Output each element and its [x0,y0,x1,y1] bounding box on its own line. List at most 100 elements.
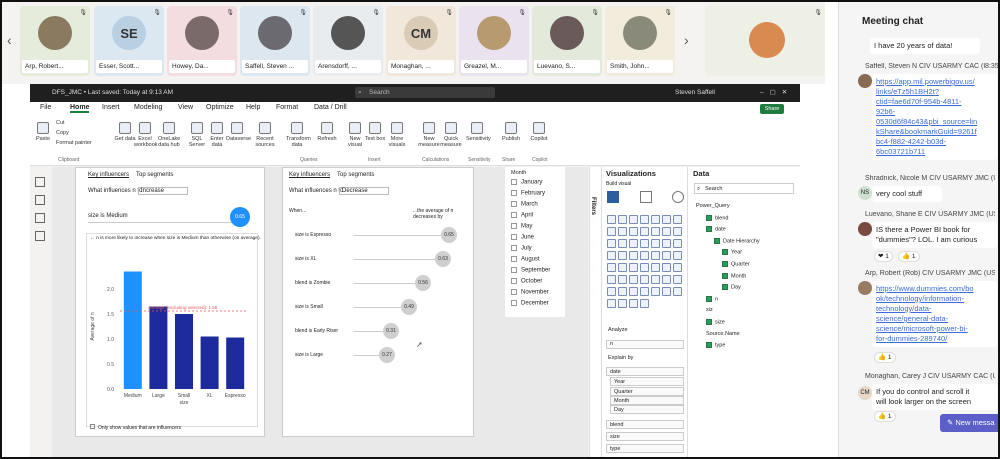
model-view-icon[interactable] [35,213,45,223]
data-search-input[interactable]: ⌕ Search [694,183,794,194]
copilot-button[interactable]: Copilot [528,122,550,142]
visual-type-icon[interactable] [651,287,660,296]
get-data-button[interactable]: Get data [114,122,136,142]
slicer-item-february[interactable]: February [511,190,545,197]
field-year[interactable]: Year [722,249,742,256]
copy-button[interactable]: Copy [56,130,69,136]
only-influencers-checkbox[interactable]: Only show values that are influencers [90,424,181,431]
visual-type-icon[interactable] [607,239,616,248]
visual-type-icon[interactable] [662,215,671,224]
publish-button[interactable]: Publish [500,122,522,142]
checkbox[interactable] [511,234,517,240]
visual-type-icon[interactable] [618,275,627,284]
analytics-icon[interactable] [672,191,684,203]
visual-type-icon[interactable] [651,239,660,248]
chat-link-message[interactable]: https://app.mil.powerbigov.us/links/eTz5… [872,74,997,160]
tab-top-segments[interactable]: Top segments [337,172,374,178]
participant-tile[interactable]: Smith, John... 🎙 [605,6,675,76]
checkbox[interactable] [511,256,517,262]
filters-pane-collapsed[interactable]: Filters [589,167,601,459]
slicer-item-november[interactable]: November [511,289,549,296]
visual-type-icon[interactable] [662,227,671,236]
explain-field-blend[interactable]: blend [606,420,684,429]
cut-button[interactable]: Cut [56,120,65,126]
visual-type-icon[interactable] [640,227,649,236]
share-button[interactable]: Share [760,104,784,114]
more-visuals-button[interactable]: More visuals [386,122,408,148]
visual-type-icon[interactable] [651,251,660,260]
menu-optimize[interactable]: Optimize [206,104,234,111]
menu-view[interactable]: View [178,104,193,111]
slicer-item-june[interactable]: June [511,234,534,241]
visual-type-icon[interactable] [629,287,638,296]
visual-type-icon[interactable] [629,215,638,224]
visual-type-icon[interactable] [618,227,627,236]
slicer-item-april[interactable]: April [511,212,533,219]
visual-type-icon[interactable] [662,287,671,296]
field-date-hierarchy[interactable]: Date Hierarchy [714,237,760,244]
chat-link-message[interactable]: https://www.dummies.com/bo ok/technology/… [872,281,997,347]
checkbox[interactable] [511,289,517,295]
visual-type-icon[interactable] [673,251,682,260]
visual-type-icon[interactable] [607,299,616,308]
checkbox[interactable] [511,267,517,273]
tab-key-influencers[interactable]: Key influencers [88,172,129,178]
checkbox[interactable] [511,179,517,185]
visual-type-icon[interactable] [673,275,682,284]
visual-type-icon[interactable] [673,287,682,296]
menu-data-drill[interactable]: Data / Drill [314,104,347,111]
visual-type-icon[interactable] [662,263,671,272]
slicer-item-august[interactable]: August [511,256,540,263]
visual-type-icon[interactable] [607,275,616,284]
field-date[interactable]: date [706,226,726,233]
field-source-name[interactable]: Source.Name [706,331,740,337]
checkbox[interactable] [511,212,517,218]
participant-tile[interactable]: Greazel, M... 🎙 [459,6,529,76]
visual-type-icon[interactable] [607,263,616,272]
key-influencers-visual-decrease[interactable]: Key influencers Top segments What influe… [282,167,474,437]
visual-type-icon[interactable] [662,239,671,248]
field-blend[interactable]: blend [706,214,728,221]
key-influencers-visual-increase[interactable]: Key influencers Top segments What influe… [75,167,265,437]
new-visual-button[interactable]: New visual [344,122,366,148]
checkbox[interactable] [511,278,517,284]
visual-type-icon[interactable] [618,215,627,224]
like-reaction[interactable]: 👍 1 [898,251,920,262]
participant-tile[interactable]: 🎙 [705,6,825,76]
recent-sources-button[interactable]: Recent sources [254,122,276,148]
visual-type-icon[interactable] [673,263,682,272]
visual-type-icon[interactable] [651,263,660,272]
participant-tile[interactable]: CM Monaghan, ... 🎙 [386,6,456,76]
text-box-button[interactable]: Text box [364,122,386,142]
window-controls[interactable]: –▢✕ [760,88,793,96]
bar-medium[interactable] [123,271,142,390]
field-type[interactable]: type [706,342,725,349]
menu-home[interactable]: Home [70,104,90,113]
visual-type-icon[interactable] [618,251,627,260]
onelake-data-hub-button[interactable]: OneLake data hub [158,122,180,148]
influencer-bubble[interactable]: 0.31 [383,323,399,339]
explain-field-date[interactable]: date [606,367,684,376]
dataverse-button[interactable]: Dataverse [226,122,251,142]
heart-reaction[interactable]: ❤ 1 [874,251,893,262]
participant-tile[interactable]: SE Esser, Scott... 🎙 [94,6,164,76]
explain-field-day[interactable]: Day [610,405,684,414]
visual-type-icon[interactable] [662,251,671,260]
direction-dropdown[interactable]: Increase [138,187,188,195]
next-participants-arrow[interactable]: › [684,32,689,48]
refresh-button[interactable]: Refresh [316,122,338,142]
table-view-icon[interactable] [35,195,45,205]
field-siz[interactable]: siz [706,307,713,313]
field-quarter[interactable]: Quarter [722,261,750,267]
search-box[interactable]: ⌕ Search [355,87,495,98]
paste-button[interactable]: Paste [34,122,52,142]
like-reaction[interactable]: 👍 1 [874,352,896,363]
visual-type-icon[interactable] [640,275,649,284]
field-size[interactable]: size [706,319,725,325]
participant-tile[interactable]: Arensdorff, ... 🎙 [313,6,383,76]
analyze-field[interactable]: n [606,340,684,349]
visual-type-icon[interactable] [607,215,616,224]
menu-file[interactable]: File [40,104,51,111]
checkbox[interactable] [511,201,517,207]
influence-bubble[interactable]: 0.65 [230,207,250,227]
